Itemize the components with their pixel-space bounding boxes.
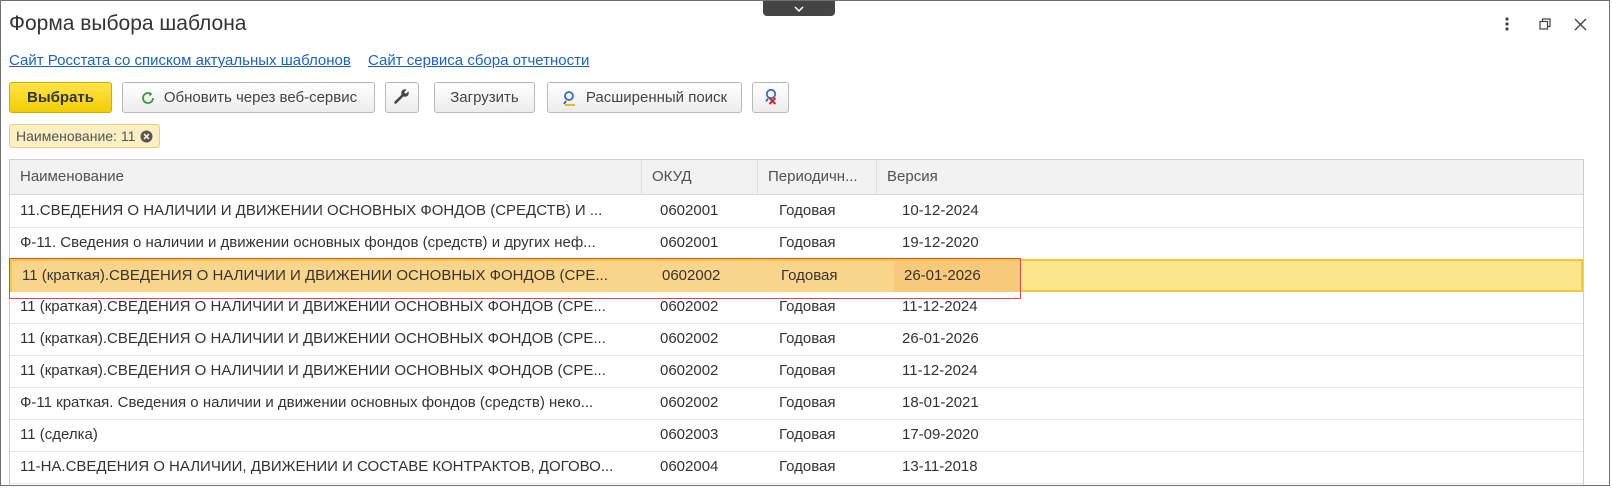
table-row[interactable]: 11 (сделка) 0602003 Годовая 17-09-2020: [10, 419, 1583, 452]
cell-name: 11 (краткая).СВЕДЕНИЯ О НАЛИЧИИ И ДВИЖЕН…: [20, 298, 606, 315]
cell-name: 11 (краткая).СВЕДЕНИЯ О НАЛИЧИИ И ДВИЖЕН…: [20, 362, 606, 379]
column-header-version[interactable]: Версия: [877, 160, 1583, 195]
cell-version: 11-12-2024: [902, 298, 978, 315]
cell-periodicity: Годовая: [779, 234, 836, 251]
cell-periodicity: Годовая: [779, 298, 836, 315]
cell-periodicity: Годовая: [779, 458, 836, 475]
close-icon: [1574, 18, 1586, 30]
cell-version: 10-12-2024: [902, 202, 979, 219]
advanced-search-button[interactable]: Расширенный поиск: [547, 82, 742, 113]
column-header-okud[interactable]: ОКУД: [642, 160, 758, 195]
template-select-window: Форма выбора шаблона Сайт Росстата со сп…: [0, 0, 1610, 486]
search-icon: [562, 90, 578, 106]
filter-chip[interactable]: Наименование: 11: [9, 124, 161, 148]
cell-name: 11-НА.СВЕДЕНИЯ О НАЛИЧИИ, ДВИЖЕНИИ И СОС…: [20, 458, 614, 475]
table-row[interactable]: 11.СВЕДЕНИЯ О НАЛИЧИИ И ДВИЖЕНИИ ОСНОВНЫ…: [10, 195, 1583, 228]
table-row[interactable]: Ф-11. Сведения о наличии и движении осно…: [10, 227, 1583, 260]
table-row[interactable]: 11-НА.СВЕДЕНИЯ О НАЛИЧИИ, ДВИЖЕНИИ И СОС…: [10, 451, 1583, 484]
cell-version: 26-01-2026: [902, 330, 979, 347]
cell-version: 19-12-2020: [902, 234, 979, 251]
settings-button[interactable]: [385, 82, 419, 113]
cell-name: Ф-11. Сведения о наличии и движении осно…: [20, 234, 596, 251]
table-row[interactable]: 11 (краткая).СВЕДЕНИЯ О НАЛИЧИИ И ДВИЖЕН…: [10, 323, 1583, 356]
table-row[interactable]: 11 (краткая).СВЕДЕНИЯ О НАЛИЧИИ И ДВИЖЕН…: [10, 259, 1583, 292]
select-button-label: Выбрать: [27, 89, 94, 106]
table-header: Наименование ОКУД Периодичн... Версия: [10, 160, 1583, 195]
column-header-name[interactable]: Наименование: [10, 160, 642, 195]
cell-okud: 0602002: [660, 362, 719, 379]
templates-table: Наименование ОКУД Периодичн... Версия 11…: [9, 159, 1584, 485]
cell-okud: 0602002: [660, 298, 719, 315]
cell-okud: 0602001: [660, 234, 719, 251]
cell-version: 26-01-2026: [894, 261, 1020, 292]
more-vertical-icon: [1505, 17, 1509, 31]
cell-version: 13-11-2018: [902, 458, 978, 475]
cell-name: Ф-11 краткая. Сведения о наличии и движе…: [20, 394, 594, 411]
refresh-web-service-button[interactable]: Обновить через веб-сервис: [122, 82, 375, 113]
cell-name: 11 (сделка): [20, 426, 98, 443]
cell-okud: 0602003: [660, 426, 719, 443]
cell-version: 11-12-2024: [902, 362, 978, 379]
table-row[interactable]: Ф-11 краткая. Сведения о наличии и движе…: [10, 387, 1583, 420]
restore-icon: [1539, 18, 1551, 30]
filter-chip-label: Наименование: 11: [16, 128, 136, 144]
cell-periodicity: Годовая: [779, 394, 836, 411]
cell-okud: 0602002: [660, 394, 719, 411]
cell-periodicity: Годовая: [779, 202, 836, 219]
cell-version: 17-09-2020: [902, 426, 979, 443]
wrench-icon: [393, 87, 411, 109]
clear-filter-icon[interactable]: [140, 130, 153, 143]
refresh-icon: [140, 90, 156, 106]
cell-name: 11.СВЕДЕНИЯ О НАЛИЧИИ И ДВИЖЕНИИ ОСНОВНЫ…: [20, 202, 603, 219]
cell-periodicity: Годовая: [779, 330, 836, 347]
clear-search-icon: [762, 87, 780, 109]
links-bar: Сайт Росстата со списком актуальных шабл…: [9, 52, 602, 69]
more-actions-button[interactable]: [1496, 11, 1518, 37]
load-button[interactable]: Загрузить: [434, 82, 535, 113]
table-row[interactable]: 11 (краткая).СВЕДЕНИЯ О НАЛИЧИИ И ДВИЖЕН…: [10, 355, 1583, 388]
restore-window-button[interactable]: [1534, 11, 1556, 37]
cell-periodicity: Годовая: [779, 362, 836, 379]
table-row[interactable]: 11 (краткая).СВЕДЕНИЯ О НАЛИЧИИ И ДВИЖЕН…: [10, 291, 1583, 324]
clear-search-button[interactable]: [752, 82, 789, 113]
cell-okud: 0602001: [660, 202, 719, 219]
select-button[interactable]: Выбрать: [9, 82, 112, 113]
refresh-button-label: Обновить через веб-сервис: [163, 89, 358, 106]
cell-name: 11 (краткая).СВЕДЕНИЯ О НАЛИЧИИ И ДВИЖЕН…: [12, 261, 652, 292]
cell-okud: 0602002: [652, 261, 771, 292]
load-button-label: Загрузить: [450, 89, 519, 106]
cell-version: 18-01-2021: [902, 394, 979, 411]
collapse-panel-button[interactable]: [763, 1, 835, 16]
cell-name: 11 (краткая).СВЕДЕНИЯ О НАЛИЧИИ И ДВИЖЕН…: [20, 330, 606, 347]
close-window-button[interactable]: [1569, 11, 1591, 37]
reporting-service-link[interactable]: Сайт сервиса сбора отчетности: [368, 52, 589, 69]
window-title: Форма выбора шаблона: [9, 12, 247, 35]
advanced-search-label: Расширенный поиск: [585, 89, 728, 106]
cell-periodicity: Годовая: [779, 426, 836, 443]
chevron-down-icon: [794, 5, 804, 12]
cell-periodicity: Годовая: [771, 261, 894, 292]
cell-okud: 0602004: [660, 458, 719, 475]
cell-okud: 0602002: [660, 330, 719, 347]
rosstat-templates-link[interactable]: Сайт Росстата со списком актуальных шабл…: [9, 52, 351, 69]
column-header-periodicity[interactable]: Периодичн...: [758, 160, 877, 195]
